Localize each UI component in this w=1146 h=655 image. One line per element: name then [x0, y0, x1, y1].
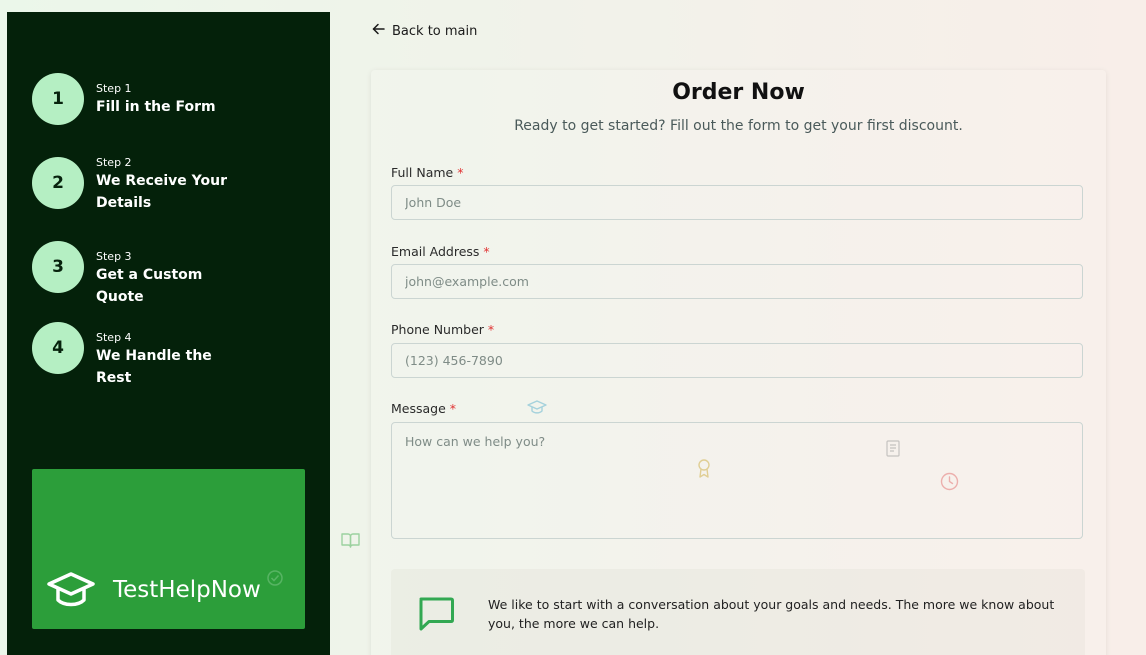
- notepad-icon: [886, 440, 900, 461]
- full-name-input[interactable]: [391, 185, 1083, 220]
- clock-icon: [940, 472, 959, 495]
- phone-label-text: Phone Number: [391, 322, 484, 337]
- step-number-badge: 1: [32, 73, 84, 125]
- book-icon: [341, 532, 360, 552]
- step-text: Step 1 Fill in the Form: [96, 73, 241, 118]
- step-number-badge: 4: [32, 322, 84, 374]
- full-name-label-text: Full Name: [391, 165, 454, 180]
- award-icon: [697, 458, 711, 482]
- step-text: Step 3 Get a Custom Quote: [96, 241, 241, 308]
- brand-name: TestHelpNow: [113, 577, 261, 603]
- graduation-cap-icon: [527, 399, 547, 419]
- info-box: We like to start with a conversation abo…: [391, 569, 1085, 655]
- step-number-badge: 2: [32, 157, 84, 209]
- step-kicker: Step 3: [96, 250, 132, 263]
- phone-label: Phone Number *: [391, 322, 494, 337]
- full-name-label: Full Name *: [391, 165, 463, 180]
- chat-bubble-icon: [417, 596, 455, 636]
- step-2: 2 Step 2 We Receive Your Details: [32, 156, 241, 214]
- email-label-text: Email Address: [391, 244, 480, 259]
- page-title: Order Now: [672, 80, 805, 105]
- step-title: We Handle the Rest: [96, 348, 212, 386]
- steps-sidebar: 1 Step 1 Fill in the Form 2 Step 2 We Re…: [7, 12, 330, 655]
- step-number-badge: 3: [32, 241, 84, 293]
- required-asterisk: *: [487, 322, 495, 337]
- step-text: Step 4 We Handle the Rest: [96, 322, 241, 389]
- email-label: Email Address *: [391, 244, 490, 259]
- phone-input[interactable]: [391, 343, 1083, 378]
- step-title: Get a Custom Quote: [96, 267, 203, 305]
- step-kicker: Step 4: [96, 331, 132, 344]
- back-link-label: Back to main: [392, 23, 478, 39]
- check-circle-icon: [266, 569, 284, 591]
- order-form-card: Order Now Ready to get started? Fill out…: [371, 70, 1106, 655]
- step-title: Fill in the Form: [96, 99, 216, 115]
- arrow-left-icon: [372, 23, 385, 39]
- message-textarea[interactable]: [391, 422, 1083, 539]
- brand-card: TestHelpNow: [32, 469, 305, 629]
- step-4: 4 Step 4 We Handle the Rest: [32, 322, 241, 389]
- message-label: Message *: [391, 401, 456, 416]
- message-label-text: Message: [391, 401, 446, 416]
- back-to-main-link[interactable]: Back to main: [372, 23, 477, 39]
- step-1: 1 Step 1 Fill in the Form: [32, 73, 241, 125]
- step-kicker: Step 1: [96, 82, 132, 95]
- step-kicker: Step 2: [96, 156, 132, 169]
- required-asterisk: *: [457, 165, 464, 180]
- info-text: We like to start with a conversation abo…: [488, 597, 1055, 631]
- required-asterisk: *: [449, 401, 457, 416]
- step-text: Step 2 We Receive Your Details: [96, 156, 241, 214]
- required-asterisk: *: [483, 244, 490, 259]
- email-input[interactable]: [391, 264, 1083, 299]
- step-3: 3 Step 3 Get a Custom Quote: [32, 241, 241, 308]
- graduation-cap-icon: [46, 570, 96, 614]
- page-subtitle: Ready to get started? Fill out the form …: [514, 118, 963, 134]
- step-title: We Receive Your Details: [96, 173, 228, 211]
